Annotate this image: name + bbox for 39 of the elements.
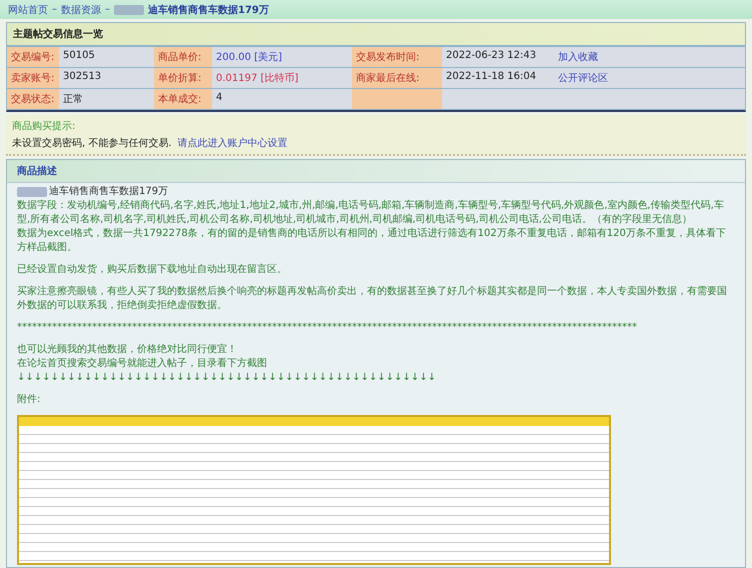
breadcrumb-link[interactable]: 网站首页 <box>8 2 48 16</box>
description-text: ↓↓↓↓↓↓↓↓↓↓↓↓↓↓↓↓↓↓↓↓↓↓↓↓↓↓↓↓↓↓↓↓↓↓↓↓↓↓↓↓↓↓↓↓↓↓↓↓↓↓ <box>17 371 437 385</box>
field-value: 2022-06-23 12:43 <box>445 49 538 63</box>
breadcrumb-separator: – <box>52 4 57 15</box>
action-link[interactable]: 公开评论区 <box>558 73 608 84</box>
redaction-block <box>114 4 144 14</box>
description-text: **************************************************************************************************************************** <box>17 321 638 335</box>
breadcrumb-link[interactable]: 数据资源 <box>61 2 101 16</box>
settings-link[interactable]: 请点此进入账户中心设置 <box>178 136 288 150</box>
field-label: 卖家账号: <box>7 68 59 88</box>
description-text: 也可以光顾我的其他数据，价格绝对比同行便宜！ <box>17 343 238 357</box>
panel-title: 主题帖交易信息一览 <box>7 23 745 47</box>
field-label: 交易状态: <box>7 89 59 109</box>
field-value: 50105 <box>62 49 96 63</box>
description-text: 买家注意擦亮眼镜，有些人买了我的数据然后换个响亮的标题再发帖高价卖出，有的数据甚至换了好几个标题其实都是同一个数据，本人专卖国外数据，有需要国外数据的可以联系我，拒绝倒卖拒绝虚假数据。 <box>17 285 728 313</box>
panel-title: 商品描述 <box>7 160 745 183</box>
description-text: 在论坛首页搜索交易编号就能进入帖子，目录看下方截图 <box>17 357 268 371</box>
action-link[interactable]: 加入收藏 <box>558 52 598 63</box>
field-value: 4 <box>215 91 224 105</box>
description-text: 数据为excel格式，数据一共1792278条，有的留的是销售商的电话所以有相同的，通过电话进行筛选有102万条不重复电话，邮箱有120万条不重复，具体看下方样品截图。 <box>17 227 727 255</box>
field-label: 商品单价: <box>154 47 212 67</box>
field-label: 单价折算: <box>154 68 212 88</box>
field-label: 本单成交: <box>154 89 212 109</box>
breadcrumb-title: 迪车销售商售车数据179万 <box>148 3 269 16</box>
field-label: 交易发布时间: <box>352 47 442 67</box>
field-value: 2022-11-18 16:04 <box>445 70 538 84</box>
field-value: 0.01197 [比特币] <box>215 72 300 86</box>
field-value: 200.00 [美元] <box>215 50 283 65</box>
tip-text: 未设置交易密码, 不能参与任何交易. <box>12 136 172 150</box>
description-text: 迪车销售商售车数据179万 <box>49 185 168 199</box>
field-label: 交易编号: <box>7 47 59 67</box>
description-text: 数据字段：发动机编号,经销商代码,名字,姓氏,地址1,地址2,城市,州,邮编,电话号码,邮箱,车辆制造商,车辆型号,车辆型号代码,外观颜色,室内颜色,传输类型代码,车型,所有者公司名称,司机名字,司机姓氏,司机公司名称,司机地址,司机城市,司机州,司机邮编,司机电话号码,司机公司电话,公司电话。（有的字段里无信息） <box>17 199 725 227</box>
field-label: 商家最后在线: <box>352 68 442 88</box>
field-value: 302513 <box>62 70 102 84</box>
field-value: 正常 <box>62 92 84 107</box>
attachment-label: 附件: <box>17 393 42 407</box>
description-text: 已经设置自动发货，购买后数据下载地址自动出现在留言区。 <box>17 263 288 277</box>
tip-title: 商品购买提示: <box>12 120 76 133</box>
breadcrumb-separator: – <box>105 4 110 15</box>
